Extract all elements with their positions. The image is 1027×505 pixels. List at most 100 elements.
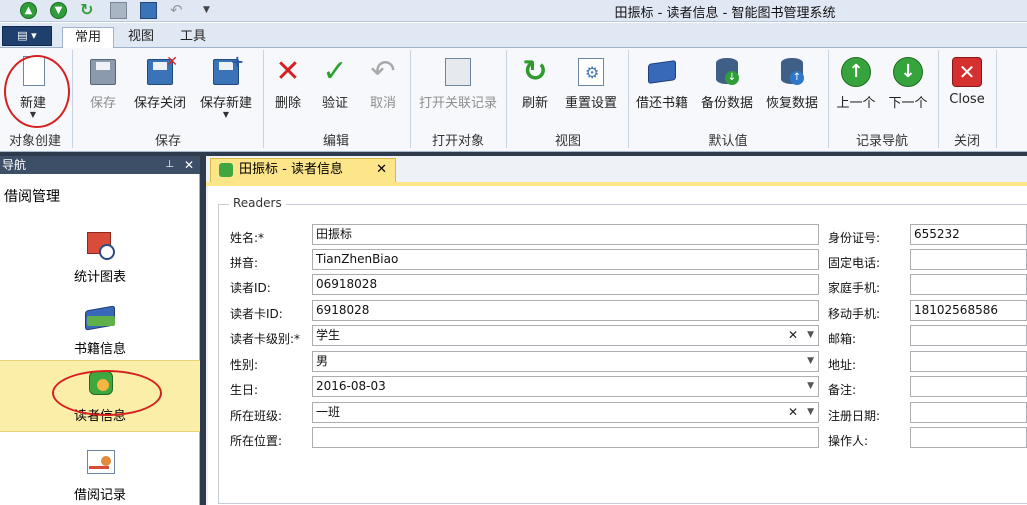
nav-item-readers[interactable]: 读者信息 bbox=[0, 360, 200, 432]
statistics-chart-icon bbox=[83, 228, 117, 262]
reader-card-id-label: 读者卡ID: bbox=[230, 307, 283, 321]
operator-field[interactable] bbox=[910, 427, 1027, 448]
nav-item-statistics[interactable]: 统计图表 bbox=[0, 222, 200, 288]
remarks-field[interactable] bbox=[910, 376, 1027, 397]
nav-header: 导航 ⊥ ✕ bbox=[0, 156, 200, 174]
restore-button[interactable]: ↑ 恢复数据 bbox=[762, 54, 822, 116]
undo-icon: ↶ bbox=[370, 54, 396, 89]
group-defaults: 默认值 bbox=[708, 134, 748, 149]
chevron-down-icon[interactable]: ▼ bbox=[807, 326, 814, 345]
database-restore-icon: ↑ bbox=[781, 58, 804, 85]
delete-button[interactable]: ✕ 删除 bbox=[268, 54, 308, 116]
refresh-button[interactable]: ↻ 刷新 bbox=[514, 54, 556, 116]
save-new-button[interactable]: + 保存新建 ▼ bbox=[196, 52, 256, 119]
save-button[interactable]: 保存 bbox=[80, 54, 126, 116]
groupbox-title: Readers bbox=[229, 196, 286, 210]
email-field[interactable] bbox=[910, 325, 1027, 346]
reset-settings-button[interactable]: ⚙ 重置设置 bbox=[560, 54, 622, 116]
clear-icon[interactable]: ✕ bbox=[788, 326, 798, 345]
card-level-label: 读者卡级别:* bbox=[230, 332, 301, 346]
chevron-down-icon[interactable]: ▼ bbox=[807, 352, 814, 371]
nav-item-borrow-records[interactable]: 借阅记录 bbox=[0, 440, 200, 505]
close-button[interactable]: ✕ Close bbox=[946, 54, 988, 116]
birthday-label: 生日: bbox=[230, 383, 259, 397]
reader-icon bbox=[219, 163, 233, 177]
name-field[interactable]: 田振标 bbox=[312, 224, 819, 245]
pinyin-label: 拼音: bbox=[230, 256, 259, 270]
mobile-field[interactable]: 18102568586 bbox=[910, 300, 1027, 321]
gender-select[interactable]: 男 ▼ bbox=[312, 351, 819, 372]
email-label: 邮箱: bbox=[828, 332, 857, 346]
group-view: 视图 bbox=[554, 134, 581, 149]
group-save: 保存 bbox=[154, 134, 181, 149]
validate-button[interactable]: ✓ 验证 bbox=[314, 54, 356, 116]
class-select[interactable]: 一班 ✕ ▼ bbox=[312, 402, 819, 423]
borrow-records-icon bbox=[83, 446, 117, 480]
location-field[interactable] bbox=[312, 427, 819, 448]
books-icon bbox=[83, 300, 117, 334]
navigation-panel: 导航 ⊥ ✕ 借阅管理 统计图表 书籍信息 读者信息 借阅记录 bbox=[0, 156, 200, 505]
group-edit: 编辑 bbox=[322, 134, 349, 149]
group-close: 关闭 bbox=[953, 134, 980, 149]
reader-form: Readers 姓名:* 田振标 拼音: TianZhenBiao 读者ID: … bbox=[208, 186, 1027, 505]
checkmark-icon: ✓ bbox=[322, 54, 348, 89]
close-icon: ✕ bbox=[952, 57, 982, 87]
name-label: 姓名:* bbox=[230, 231, 265, 245]
document-tab[interactable]: 田振标 - 读者信息 ✕ bbox=[210, 158, 396, 182]
group-open-object: 打开对象 bbox=[431, 134, 484, 149]
reader-icon bbox=[83, 367, 117, 401]
new-button[interactable]: 新建 ▼ bbox=[4, 54, 62, 119]
tab-tools[interactable]: 工具 bbox=[168, 27, 218, 49]
close-icon[interactable]: ✕ bbox=[376, 159, 387, 181]
id-number-field[interactable]: 655232 bbox=[910, 224, 1027, 245]
card-level-value: 学生 bbox=[316, 328, 341, 342]
landline-label: 固定电话: bbox=[828, 256, 881, 270]
close-icon[interactable]: ✕ bbox=[184, 156, 194, 174]
birthday-picker[interactable]: 2016-08-03 ▼ bbox=[312, 376, 819, 397]
clear-icon[interactable]: ✕ bbox=[788, 403, 798, 422]
birthday-value: 2016-08-03 bbox=[316, 379, 386, 393]
tab-view[interactable]: 视图 bbox=[116, 27, 166, 49]
next-button[interactable]: ↓ 下一个 bbox=[884, 54, 932, 116]
window-title: 田振标 - 读者信息 - 智能图书管理系统 bbox=[614, 6, 836, 21]
save-icon[interactable] bbox=[110, 2, 127, 19]
save-icon bbox=[90, 59, 116, 85]
mobile-label: 移动手机: bbox=[828, 307, 881, 321]
refresh-icon[interactable]: ↻ bbox=[80, 2, 97, 19]
reader-id-label: 读者ID: bbox=[230, 281, 271, 295]
save-close-icon[interactable] bbox=[140, 2, 157, 19]
document-area: 田振标 - 读者信息 ✕ Readers 姓名:* 田振标 拼音: TianZh… bbox=[206, 156, 1027, 505]
new-document-icon bbox=[23, 56, 45, 86]
register-date-field[interactable] bbox=[910, 402, 1027, 423]
landline-field[interactable] bbox=[910, 249, 1027, 270]
gender-label: 性别: bbox=[230, 358, 259, 372]
arrow-down-icon[interactable]: ▼ bbox=[50, 2, 67, 19]
cancel-button[interactable]: ↶ 取消 bbox=[362, 54, 404, 116]
operator-label: 操作人: bbox=[828, 434, 869, 448]
save-close-button[interactable]: ✕ 保存关闭 bbox=[130, 54, 190, 116]
reader-id-field[interactable]: 06918028 bbox=[312, 274, 819, 295]
arrow-up-icon[interactable]: ▲ bbox=[20, 2, 37, 19]
tab-home[interactable]: 常用 bbox=[62, 27, 114, 49]
ribbon: 新建 ▼ 对象创建 保存 ✕ 保存关闭 + 保存新建 ▼ 保存 ✕ 删除 ✓ 验… bbox=[0, 48, 1027, 152]
pinyin-field[interactable]: TianZhenBiao bbox=[312, 249, 819, 270]
address-field[interactable] bbox=[910, 351, 1027, 372]
pin-icon[interactable]: ⊥ bbox=[165, 156, 174, 174]
chevron-down-icon[interactable]: ▼ bbox=[807, 403, 814, 422]
address-label: 地址: bbox=[828, 358, 857, 372]
refresh-icon: ↻ bbox=[522, 54, 548, 89]
backup-button[interactable]: ↓ 备份数据 bbox=[698, 54, 756, 116]
arrow-up-icon: ↑ bbox=[841, 57, 871, 87]
card-level-select[interactable]: 学生 ✕ ▼ bbox=[312, 325, 819, 346]
borrow-return-button[interactable]: 借还书籍 bbox=[634, 54, 690, 116]
home-mobile-field[interactable] bbox=[910, 274, 1027, 295]
undo-icon[interactable]: ↶ bbox=[170, 2, 187, 19]
reader-card-id-field[interactable]: 6918028 bbox=[312, 300, 819, 321]
previous-button[interactable]: ↑ 上一个 bbox=[834, 54, 878, 116]
open-related-button[interactable]: 打开关联记录 bbox=[416, 54, 500, 116]
chevron-down-icon[interactable]: ▼ bbox=[807, 377, 814, 396]
customize-dropdown-icon[interactable]: ▼ bbox=[203, 2, 220, 19]
app-menu-button[interactable]: ▤ ▾ bbox=[2, 26, 52, 46]
nav-item-books[interactable]: 书籍信息 bbox=[0, 294, 200, 360]
arrow-down-icon: ↓ bbox=[893, 57, 923, 87]
